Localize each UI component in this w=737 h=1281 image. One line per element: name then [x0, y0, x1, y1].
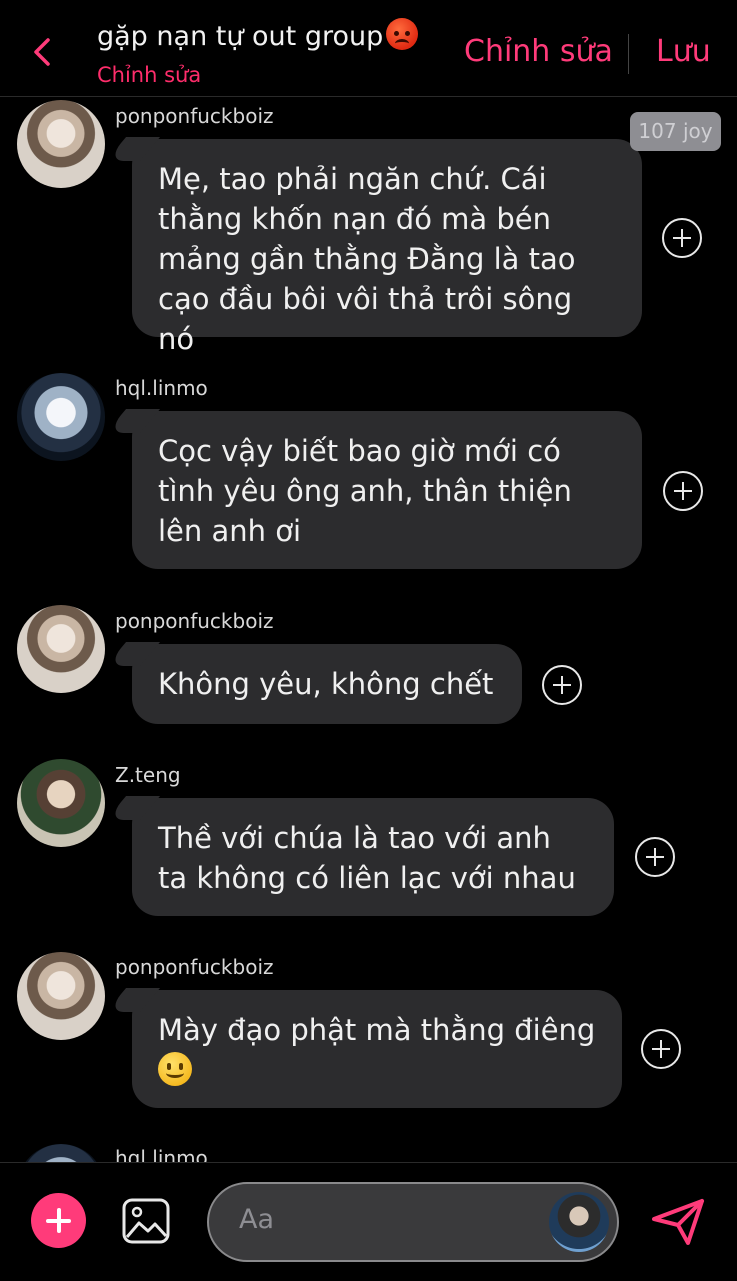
avatar[interactable]	[17, 759, 105, 847]
avatar[interactable]	[17, 373, 105, 461]
header-divider	[628, 34, 629, 74]
message-username: ponponfuckboiz	[115, 955, 274, 979]
message-username: ponponfuckboiz	[115, 104, 274, 128]
message-text: Thề với chúa là tao với anh ta không có …	[158, 821, 576, 895]
message-bubble[interactable]: Mày đạo phật mà thằng điêng	[132, 990, 622, 1108]
chat-header: gặp nạn tự out group Chỉnh sửa Chỉnh sửa…	[0, 0, 737, 97]
send-button[interactable]	[650, 1197, 706, 1247]
message-text: Mẹ, tao phải ngăn chứ. Cái thằng khốn nạ…	[158, 162, 576, 356]
message-text: Mày đạo phật mà thằng điêng	[158, 1013, 596, 1047]
add-reaction-icon[interactable]	[635, 837, 675, 877]
add-reaction-icon[interactable]	[542, 665, 582, 705]
message-text: Cọc vậy biết bao giờ mới có tình yêu ông…	[158, 434, 572, 548]
message-username: Z.teng	[115, 763, 181, 787]
message-username: hql.linmo	[115, 376, 208, 400]
chat-title: gặp nạn tự out group	[97, 18, 419, 52]
message-input[interactable]: Aa	[207, 1182, 619, 1262]
avatar[interactable]	[17, 605, 105, 693]
slightly-smiling-face-emoji	[158, 1052, 192, 1086]
plus-icon[interactable]	[31, 1193, 86, 1248]
chat-title-text: gặp nạn tự out group	[97, 21, 384, 52]
add-reaction-icon[interactable]	[641, 1029, 681, 1069]
angry-face-emoji	[386, 18, 419, 50]
image-button[interactable]	[121, 1197, 171, 1245]
message-username: ponponfuckboiz	[115, 609, 274, 633]
message-input-placeholder: Aa	[239, 1204, 275, 1235]
save-button[interactable]: Lưu	[656, 34, 711, 69]
chat-subtitle[interactable]: Chỉnh sửa	[97, 63, 201, 87]
back-button[interactable]	[28, 34, 58, 70]
image-icon	[122, 1198, 170, 1244]
message-bubble[interactable]: Không yêu, không chết	[132, 644, 522, 724]
avatar[interactable]	[17, 952, 105, 1040]
message-text: Không yêu, không chết	[158, 667, 494, 701]
composer-bar: Aa	[0, 1162, 737, 1281]
avatar[interactable]	[549, 1192, 609, 1252]
message-bubble[interactable]: Cọc vậy biết bao giờ mới có tình yêu ông…	[132, 411, 642, 569]
add-reaction-icon[interactable]	[662, 218, 702, 258]
message-bubble[interactable]: Thề với chúa là tao với anh ta không có …	[132, 798, 614, 916]
reaction-badge[interactable]: 107 joy	[630, 112, 721, 151]
avatar[interactable]	[17, 100, 105, 188]
send-icon	[652, 1199, 704, 1245]
chevron-left-icon	[34, 38, 50, 66]
add-reaction-icon[interactable]	[663, 471, 703, 511]
edit-button[interactable]: Chỉnh sửa	[464, 34, 613, 69]
message-bubble[interactable]: Mẹ, tao phải ngăn chứ. Cái thằng khốn nạ…	[132, 139, 642, 356]
